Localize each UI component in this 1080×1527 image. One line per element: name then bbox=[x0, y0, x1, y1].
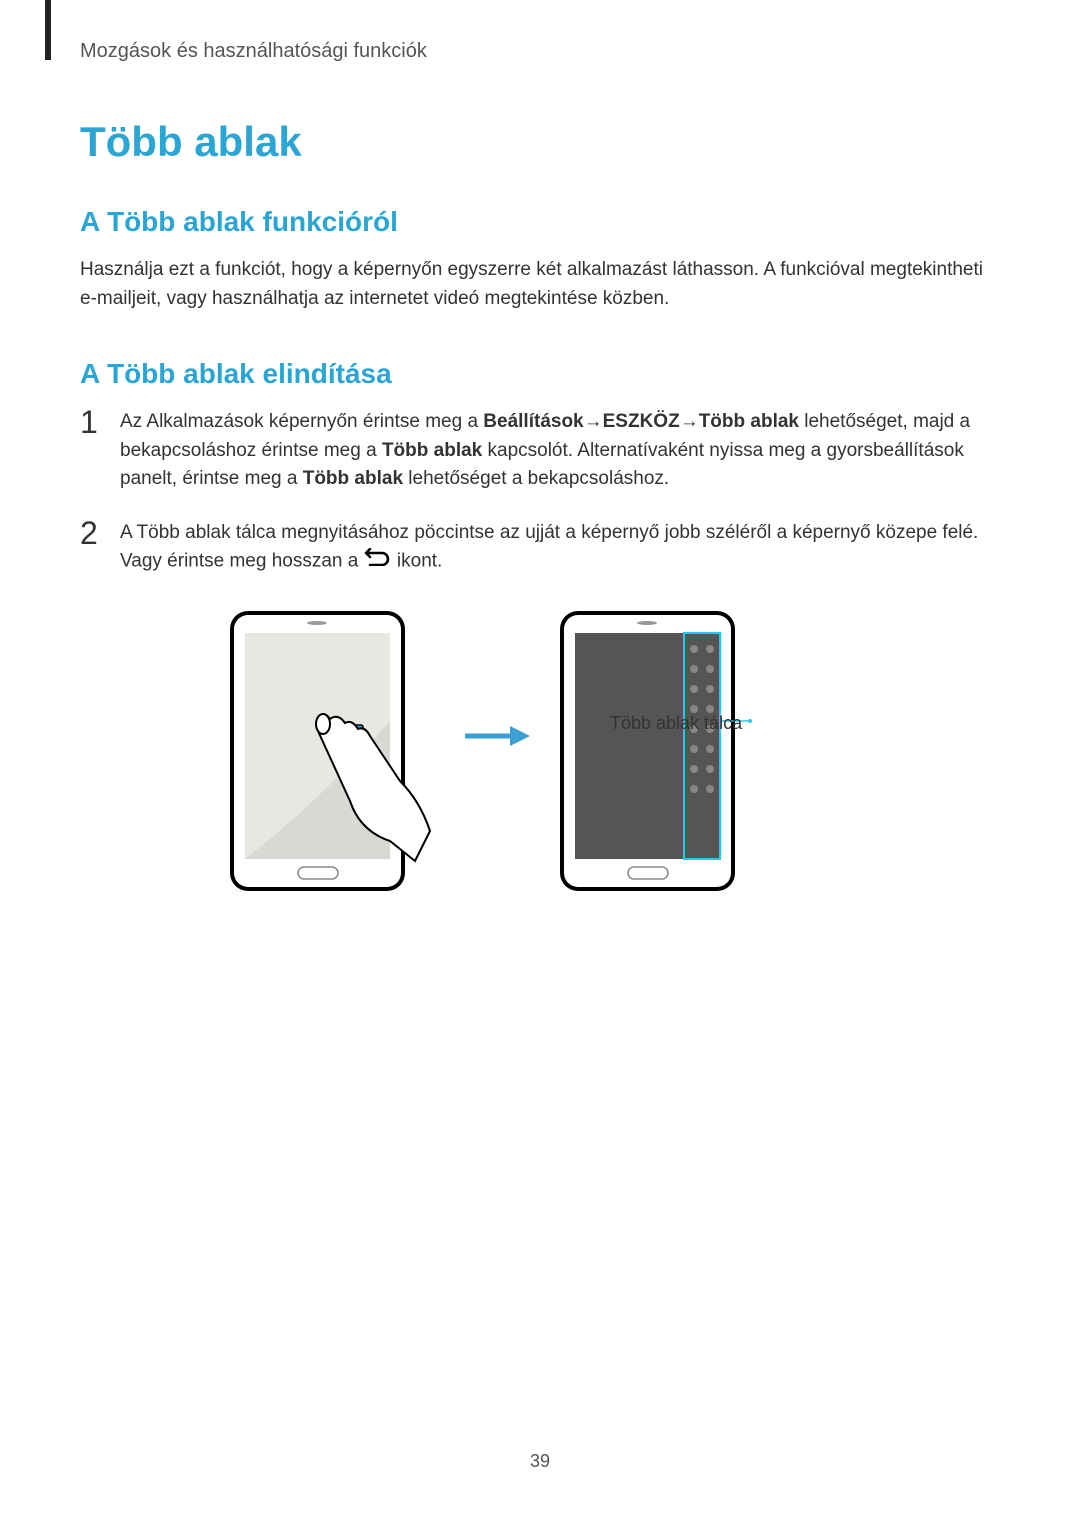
step1-bold5: Több ablak bbox=[303, 468, 403, 489]
step-2-text: A Több ablak tálca megnyitásához pöccint… bbox=[120, 519, 1000, 576]
header-vertical-rule bbox=[45, 0, 51, 60]
transition-arrow-icon bbox=[465, 726, 530, 746]
step1-bold1: Beállítások bbox=[483, 411, 583, 432]
step-2-number: 2 bbox=[80, 517, 120, 549]
section-about-body: Használja ezt a funkciót, hogy a képerny… bbox=[80, 256, 1000, 313]
page-number: 39 bbox=[0, 1451, 1080, 1472]
step-1-text: Az Alkalmazások képernyőn érintse meg a … bbox=[120, 408, 1000, 494]
page-title: Több ablak bbox=[80, 118, 1010, 166]
step1-bold3: Több ablak bbox=[699, 411, 799, 432]
step1-pre: Az Alkalmazások képernyőn érintse meg a bbox=[120, 411, 483, 432]
step-1-number: 1 bbox=[80, 406, 120, 438]
back-icon bbox=[364, 547, 392, 576]
step1-arrow2: → bbox=[680, 408, 699, 437]
step-1: 1 Az Alkalmazások képernyőn érintse meg … bbox=[80, 408, 1000, 494]
breadcrumb: Mozgások és használhatósági funkciók bbox=[80, 40, 1010, 63]
step2-pre: A Több ablak tálca megnyitásához pöccint… bbox=[120, 522, 978, 572]
step1-post3: lehetőséget a bekapcsoláshoz. bbox=[403, 468, 669, 489]
step1-bold2: ESZKÖZ bbox=[603, 411, 680, 432]
caption-text: Több ablak tálca bbox=[610, 713, 742, 733]
step-2: 2 A Több ablak tálca megnyitásához pöcci… bbox=[80, 519, 1000, 576]
section-about-title: A Több ablak funkcióról bbox=[80, 206, 1010, 238]
caption-label: Több ablak tálca bbox=[610, 713, 742, 734]
phones-illustration bbox=[220, 601, 860, 901]
step1-bold4: Több ablak bbox=[382, 440, 482, 461]
section-start-title: A Több ablak elindítása bbox=[80, 358, 1010, 390]
figure-illustration: Több ablak tálca bbox=[70, 601, 1010, 901]
step2-post: ikont. bbox=[392, 550, 443, 571]
step1-arrow1: → bbox=[584, 408, 603, 437]
